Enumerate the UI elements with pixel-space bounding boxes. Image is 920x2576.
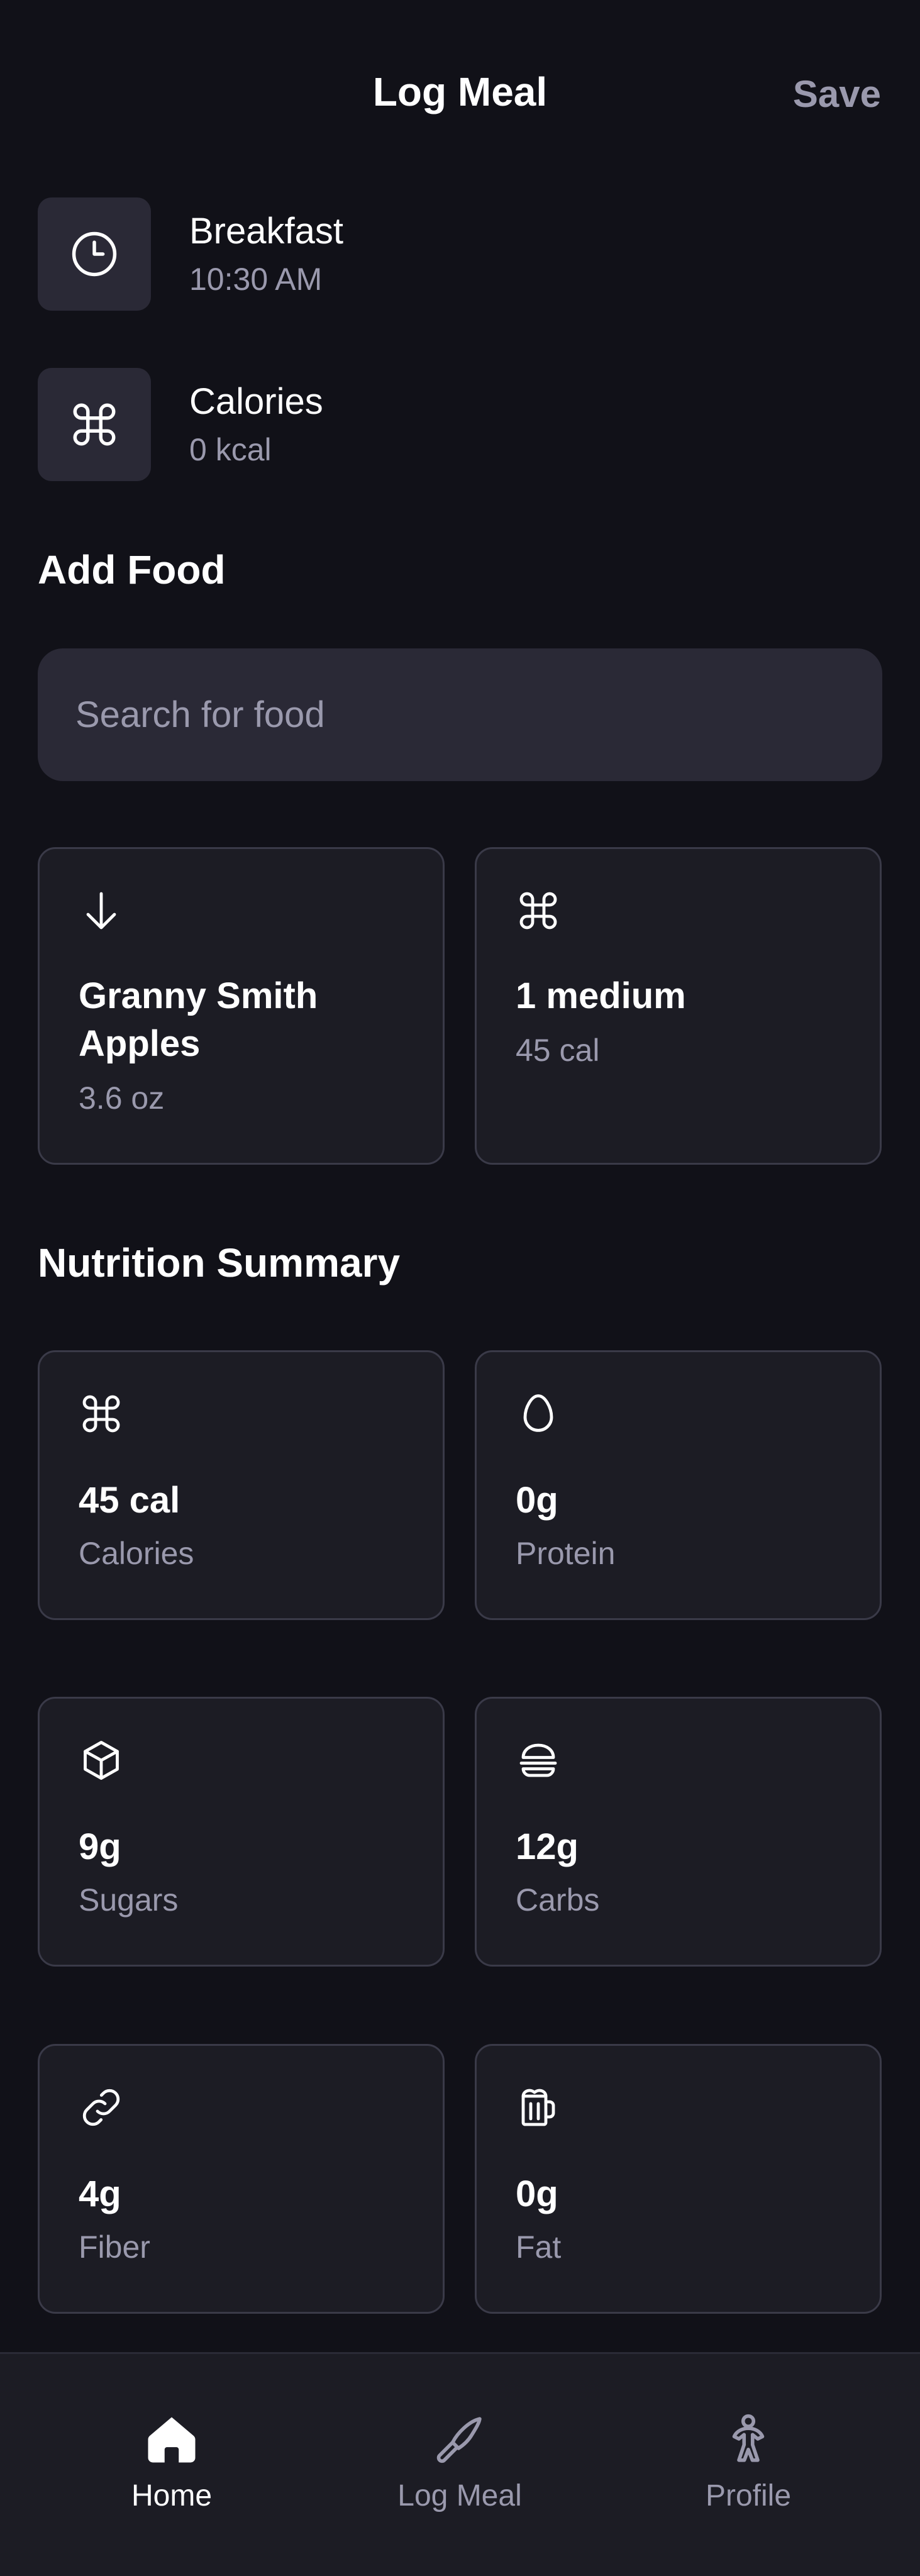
log-meal-screen: Log Meal Save Breakfast 10:30 AM Calorie… bbox=[0, 0, 920, 2576]
nutrition-stat-card: 0g Fat bbox=[475, 2044, 882, 2314]
calories-row[interactable]: Calories 0 kcal bbox=[38, 368, 882, 481]
stat-label: Sugars bbox=[79, 1882, 179, 1918]
meal-time: 10:30 AM bbox=[189, 262, 323, 297]
clock-icon bbox=[72, 231, 117, 277]
nav-label-profile: Profile bbox=[705, 2479, 792, 2512]
nutrition-stat-card: 12g Carbs bbox=[475, 1697, 882, 1967]
stat-label: Protein bbox=[516, 1536, 616, 1571]
food-item-card[interactable]: Granny Smith Apples 3.6 oz bbox=[38, 847, 445, 1165]
food-item-detail: 3.6 oz bbox=[79, 1080, 165, 1116]
nutrition-stat-card: 0g Protein bbox=[475, 1350, 882, 1620]
burger-icon bbox=[519, 1743, 557, 1777]
link-icon bbox=[82, 2089, 120, 2126]
nav-item-log-meal[interactable]: Log Meal bbox=[306, 2354, 613, 2543]
stat-value: 9g bbox=[79, 1826, 121, 1867]
stat-label: Fiber bbox=[79, 2229, 150, 2265]
nav-item-home[interactable]: Home bbox=[18, 2354, 325, 2543]
nutrition-summary-heading: Nutrition Summary bbox=[38, 1240, 401, 1285]
stat-value: 12g bbox=[516, 1826, 579, 1867]
command-icon bbox=[82, 1395, 120, 1433]
command-icon bbox=[73, 403, 116, 446]
calories-value: 0 kcal bbox=[189, 432, 272, 467]
command-icon bbox=[519, 892, 557, 930]
stat-value: 4g bbox=[79, 2174, 121, 2214]
stat-value: 0g bbox=[516, 1480, 558, 1521]
nutrition-stat-card: 45 cal Calories bbox=[38, 1350, 445, 1620]
calories-icon-tile bbox=[38, 368, 151, 481]
stat-value: 0g bbox=[516, 2174, 558, 2214]
person-icon bbox=[732, 2414, 765, 2462]
home-icon bbox=[148, 2417, 196, 2463]
egg-icon bbox=[523, 1394, 553, 1432]
add-food-heading: Add Food bbox=[38, 547, 226, 592]
meal-icon-tile bbox=[38, 197, 151, 311]
nav-label-home: Home bbox=[131, 2479, 213, 2512]
page-title: Log Meal bbox=[372, 69, 548, 114]
calories-title: Calories bbox=[189, 381, 323, 422]
nav-item-profile[interactable]: Profile bbox=[595, 2354, 902, 2543]
food-item-name: 1 medium bbox=[516, 975, 686, 1016]
arrow-down-icon bbox=[86, 892, 116, 930]
meal-time-row[interactable]: Breakfast 10:30 AM bbox=[38, 197, 882, 311]
bottom-navigation: Home Log Meal Profile bbox=[0, 2352, 920, 2576]
food-item-card[interactable]: 1 medium 45 cal bbox=[475, 847, 882, 1165]
food-search-input[interactable] bbox=[38, 648, 882, 781]
meal-name: Breakfast bbox=[189, 211, 343, 252]
food-item-detail: 45 cal bbox=[516, 1033, 600, 1068]
food-item-name: Granny Smith Apples bbox=[79, 975, 318, 1064]
nutrition-stat-card: 9g Sugars bbox=[38, 1697, 445, 1967]
beer-mug-icon bbox=[521, 2089, 555, 2126]
nav-label-log-meal: Log Meal bbox=[397, 2479, 522, 2512]
knife-icon bbox=[436, 2417, 482, 2463]
nutrition-stat-card: 4g Fiber bbox=[38, 2044, 445, 2314]
cube-icon bbox=[84, 1741, 119, 1780]
stat-label: Calories bbox=[79, 1536, 194, 1571]
stat-label: Fat bbox=[516, 2229, 562, 2265]
save-button[interactable]: Save bbox=[793, 69, 881, 119]
stat-value: 45 cal bbox=[79, 1480, 180, 1521]
stat-label: Carbs bbox=[516, 1882, 600, 1918]
